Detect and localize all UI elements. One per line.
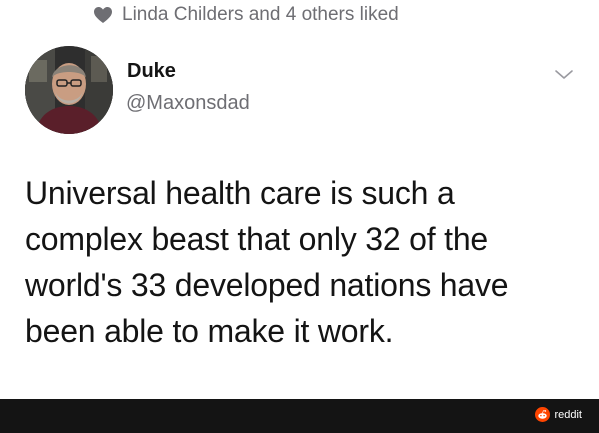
chevron-down-icon[interactable] <box>553 66 575 82</box>
reddit-icon <box>535 407 551 422</box>
author-handle[interactable]: @Maxonsdad <box>126 92 250 115</box>
heart-icon <box>94 7 112 23</box>
reddit-watermark: reddit <box>535 407 582 422</box>
reddit-label: reddit <box>554 408 582 421</box>
liked-by-text: Linda Childers and 4 others liked <box>122 4 399 25</box>
author-name[interactable]: Duke <box>127 60 176 83</box>
liked-by-row[interactable]: Linda Childers and 4 others liked <box>93 3 399 27</box>
avatar[interactable] <box>25 46 113 134</box>
tweet-text: Universal health care is such a complex … <box>25 175 509 349</box>
avatar-photo <box>25 46 113 134</box>
footer-bar: reddit <box>0 399 599 433</box>
tweet-screenshot: Linda Childers and 4 others liked Duke @… <box>0 0 599 433</box>
